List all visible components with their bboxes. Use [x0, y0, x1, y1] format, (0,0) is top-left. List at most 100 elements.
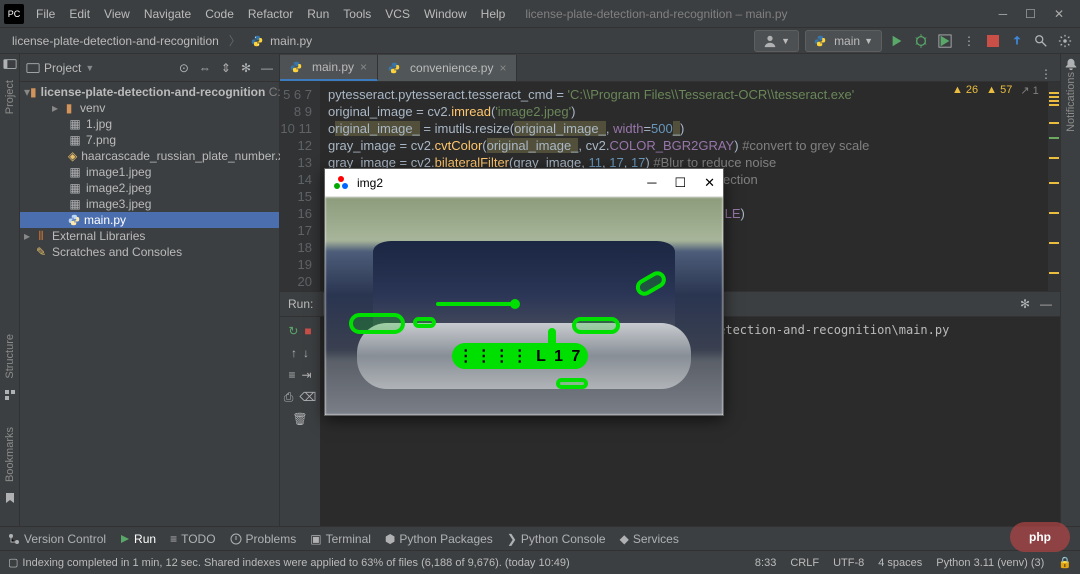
menu-view[interactable]: View [104, 7, 130, 21]
tool-windows-icon[interactable]: ▢ [8, 556, 18, 569]
expand-all-icon[interactable]: ⇔ [199, 61, 211, 75]
maximize-icon[interactable]: ☐ [1025, 7, 1036, 21]
soft-wrap-icon[interactable]: ≡ [288, 368, 295, 382]
stop-button[interactable] [984, 32, 1002, 50]
tree-root[interactable]: ▾ ▮ license-plate-detection-and-recognit… [20, 84, 279, 100]
run-configuration-selector[interactable]: main ▼ [805, 30, 882, 52]
run-coverage-button[interactable] [936, 32, 954, 50]
image-file-icon: ▦ [68, 197, 82, 211]
down-icon[interactable]: ↓ [303, 346, 309, 360]
structure-tool-label[interactable]: Structure [4, 334, 16, 379]
menu-edit[interactable]: Edit [69, 7, 90, 21]
delete-icon[interactable]: 🗑 [292, 412, 307, 426]
tree-file[interactable]: ▦1.jpg [20, 116, 279, 132]
tree-file[interactable]: ▦image1.jpeg [20, 164, 279, 180]
notifications-icon[interactable] [1063, 56, 1079, 72]
code-with-me-button[interactable]: ▼ [754, 30, 799, 52]
menu-help[interactable]: Help [481, 7, 506, 21]
popup-maximize-icon[interactable]: ☐ [674, 175, 686, 191]
tree-venv[interactable]: ▸ ▮ venv [20, 100, 279, 116]
breadcrumb: license-plate-detection-and-recognition … [6, 32, 318, 50]
project-tree[interactable]: ▾ ▮ license-plate-detection-and-recognit… [20, 82, 279, 526]
error-stripe[interactable] [1048, 82, 1060, 291]
menu-tools[interactable]: Tools [343, 7, 371, 21]
tree-external-libs[interactable]: ▸ ⫴ External Libraries [20, 228, 279, 244]
tab-close-icon[interactable]: × [360, 60, 367, 74]
tabs-more-icon[interactable]: ⋮ [1032, 67, 1060, 81]
menu-window[interactable]: Window [424, 7, 467, 21]
file-encoding[interactable]: UTF-8 [833, 557, 864, 569]
minimize-icon[interactable]: ─ [999, 7, 1008, 21]
python-interpreter[interactable]: Python 3.11 (venv) (3) [936, 557, 1044, 569]
more-run-button[interactable]: ⋮ [960, 32, 978, 50]
run-button[interactable] [888, 32, 906, 50]
print-icon[interactable]: ⎙ [284, 390, 294, 405]
rerun-icon[interactable]: ↻ [288, 324, 298, 338]
tree-file[interactable]: ◈haarcascade_russian_plate_number.xml [20, 148, 279, 164]
hide-panel-icon[interactable]: — [261, 61, 273, 75]
run-tool[interactable]: Run [120, 532, 156, 546]
python-console-tool[interactable]: ❯Python Console [507, 532, 606, 546]
menu-vcs[interactable]: VCS [385, 7, 410, 21]
bookmarks-tool-label[interactable]: Bookmarks [4, 427, 16, 482]
indent-setting[interactable]: 4 spaces [878, 557, 922, 569]
version-control-tool[interactable]: Version Control [8, 532, 106, 546]
tab-close-icon[interactable]: × [499, 61, 506, 75]
weak-warning-indicator[interactable]: ▲ 57 [986, 84, 1012, 97]
tree-file[interactable]: ▦image2.jpeg [20, 180, 279, 196]
editor-tab-main[interactable]: main.py × [280, 55, 378, 81]
panel-settings-icon[interactable]: ✻ [241, 61, 251, 75]
opencv-image-window[interactable]: img2 ─ ☐ ✕ ⋮⋮⋮⋮ L 1 7 [324, 168, 724, 416]
panel-title: Project [44, 61, 81, 75]
menu-navigate[interactable]: Navigate [144, 7, 191, 21]
popup-close-icon[interactable]: ✕ [704, 175, 715, 191]
search-everywhere-button[interactable] [1032, 32, 1050, 50]
project-tool-icon[interactable] [2, 56, 18, 72]
clear-icon[interactable]: ⌫ [299, 390, 316, 404]
popup-titlebar[interactable]: img2 ─ ☐ ✕ [325, 169, 723, 197]
close-icon[interactable]: ✕ [1054, 7, 1064, 21]
menu-run[interactable]: Run [307, 7, 329, 21]
python-packages-tool[interactable]: ⬢Python Packages [385, 532, 493, 546]
tree-file[interactable]: ▦7.png [20, 132, 279, 148]
library-icon: ⫴ [34, 229, 48, 243]
editor-tab-convenience[interactable]: convenience.py × [378, 55, 517, 81]
tree-file-selected[interactable]: main.py [20, 212, 279, 228]
tree-file[interactable]: ▦image3.jpeg [20, 196, 279, 212]
hide-run-panel-icon[interactable]: — [1040, 297, 1052, 311]
breadcrumb-project[interactable]: license-plate-detection-and-recognition [6, 32, 225, 50]
problems-tool[interactable]: Problems [230, 532, 297, 546]
lock-icon[interactable]: 🔒 [1058, 556, 1072, 569]
inspection-indicators[interactable]: ▲ 26 ▲ 57 ↗ 1 ⌄ [952, 84, 1056, 97]
chevron-down-icon[interactable]: ▼ [85, 63, 94, 73]
bookmarks-tool-icon[interactable] [2, 490, 18, 506]
breadcrumb-file[interactable]: main.py [245, 32, 318, 50]
menu-refactor[interactable]: Refactor [248, 7, 293, 21]
window-title: license-plate-detection-and-recognition … [525, 7, 982, 21]
project-tool-label[interactable]: Project [4, 80, 16, 114]
services-tool[interactable]: ◆Services [620, 532, 679, 546]
terminal-tool[interactable]: ▣Terminal [310, 532, 371, 546]
caret-position[interactable]: 8:33 [755, 557, 776, 569]
structure-tool-icon[interactable] [2, 387, 18, 403]
select-opened-file-icon[interactable]: ⊙ [179, 61, 189, 75]
git-update-button[interactable] [1008, 32, 1026, 50]
vcs-icon [8, 533, 20, 545]
line-separator[interactable]: CRLF [790, 557, 819, 569]
menu-code[interactable]: Code [205, 7, 234, 21]
debug-button[interactable] [912, 32, 930, 50]
stop-icon[interactable]: ■ [304, 324, 311, 338]
todo-tool[interactable]: ≡TODO [170, 532, 215, 546]
collapse-all-icon[interactable]: ⇕ [221, 61, 231, 75]
typo-indicator[interactable]: ↗ 1 [1020, 84, 1038, 97]
run-settings-icon[interactable]: ✻ [1020, 297, 1030, 311]
warning-indicator[interactable]: ▲ 26 [952, 84, 978, 97]
up-icon[interactable]: ↑ [291, 346, 297, 360]
popup-minimize-icon[interactable]: ─ [647, 175, 656, 191]
settings-button[interactable] [1056, 32, 1074, 50]
image-file-icon: ▦ [68, 181, 82, 195]
tree-scratches[interactable]: ✎ Scratches and Consoles [20, 244, 279, 260]
notifications-label[interactable]: Notifications [1065, 72, 1077, 132]
scroll-end-icon[interactable]: ⇥ [301, 368, 311, 382]
menu-file[interactable]: File [36, 7, 55, 21]
